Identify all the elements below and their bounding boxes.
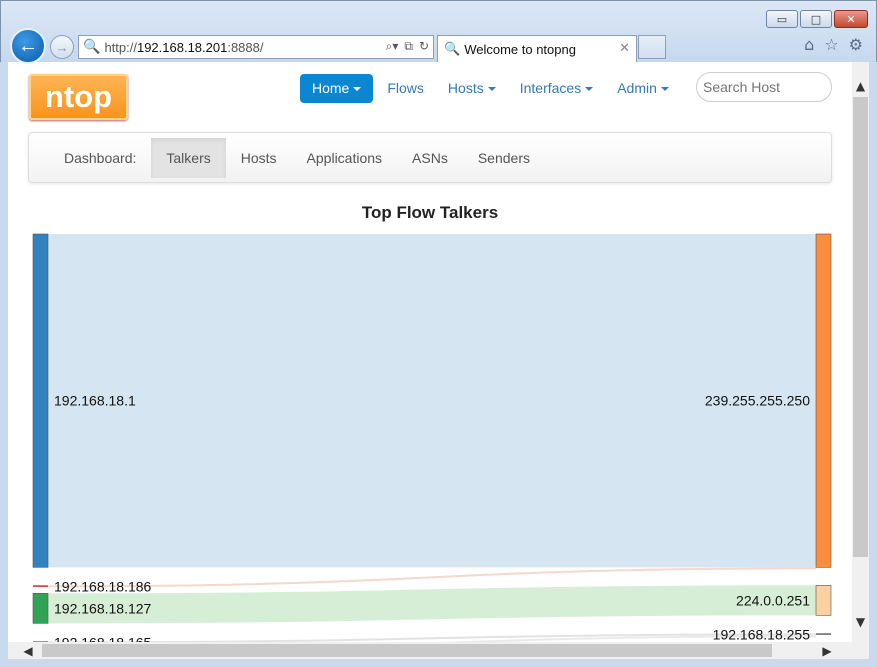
sankey-node	[816, 633, 831, 635]
sankey-node	[32, 233, 49, 568]
browser-toolbar-icons: ⌂ ☆ ⚙	[804, 35, 863, 54]
sankey-chart: 192.168.18.1 192.168.18.186 192.168.18.127…	[32, 233, 832, 642]
tab-favicon-icon: 🔍	[444, 41, 461, 57]
address-protocol: http://	[104, 39, 137, 55]
window-controls: ▭ □ ✕	[766, 10, 868, 28]
home-icon[interactable]: ⌂	[804, 35, 814, 54]
page-viewport: ntop Home Flows Hosts Interfaces Admin D…	[8, 62, 852, 642]
sankey-node-label: 192.168.18.186	[54, 578, 152, 594]
horizontal-scroll-thumb[interactable]	[42, 644, 772, 657]
back-button[interactable]: ←	[10, 28, 46, 64]
sankey-node	[33, 585, 48, 587]
maximize-button[interactable]: □	[800, 10, 832, 28]
refresh-icon[interactable]: ↻	[419, 39, 429, 54]
sankey-link	[48, 585, 816, 624]
sankey-node-label: 192.168.18.1	[54, 393, 136, 409]
minimize-button[interactable]: ▭	[766, 10, 798, 28]
address-host: 192.168.18.201	[136, 39, 228, 55]
vertical-scroll-thumb[interactable]	[853, 97, 868, 557]
forward-button[interactable]: →	[50, 35, 74, 59]
sankey-node-label: 192.168.18.127	[54, 600, 152, 616]
sankey-node-label: 239.255.255.250	[705, 393, 810, 409]
address-tools: ⌕▾ ⧉ ↻	[386, 39, 429, 54]
sankey-node	[815, 585, 832, 616]
address-bar[interactable]: 🔍 http://192.168.18.201:8888/ ⌕▾ ⧉ ↻	[78, 35, 434, 59]
chevron-left-icon[interactable]: ◀	[18, 642, 38, 659]
new-tab-button[interactable]	[638, 35, 666, 59]
compat-view-icon[interactable]: ⧉	[404, 39, 413, 54]
arrow-left-icon: ←	[18, 34, 38, 57]
chevron-up-icon[interactable]: ▲	[852, 74, 869, 98]
search-dropdown-icon[interactable]: ⌕▾	[386, 39, 399, 54]
sankey-node-label: 192.168.18.255	[713, 626, 811, 642]
chevron-down-icon[interactable]: ▼	[852, 610, 869, 634]
chevron-right-icon[interactable]: ▶	[817, 642, 837, 659]
arrow-right-icon: →	[55, 39, 69, 55]
browser-tab[interactable]: 🔍 Welcome to ntopng ✕	[437, 35, 637, 62]
tab-close-icon[interactable]: ✕	[619, 41, 630, 56]
settings-gear-icon[interactable]: ⚙	[849, 35, 863, 54]
address-port: :8888/	[227, 39, 264, 55]
favorites-star-icon[interactable]: ☆	[824, 35, 838, 54]
close-window-button[interactable]: ✕	[834, 10, 868, 28]
horizontal-scrollbar[interactable]: ◀ ▶	[8, 642, 869, 659]
search-icon: 🔍	[83, 39, 101, 55]
sankey-node-label: 192.168.18.165	[54, 634, 152, 642]
sankey-node	[815, 233, 832, 568]
sankey-node-label: 224.0.0.251	[736, 592, 810, 608]
sankey-link	[48, 567, 816, 588]
vertical-scrollbar[interactable]: ▲ ▼	[852, 62, 869, 642]
tab-title: Welcome to ntopng	[464, 41, 576, 57]
sankey-node	[32, 593, 49, 624]
sankey-link	[48, 234, 816, 568]
